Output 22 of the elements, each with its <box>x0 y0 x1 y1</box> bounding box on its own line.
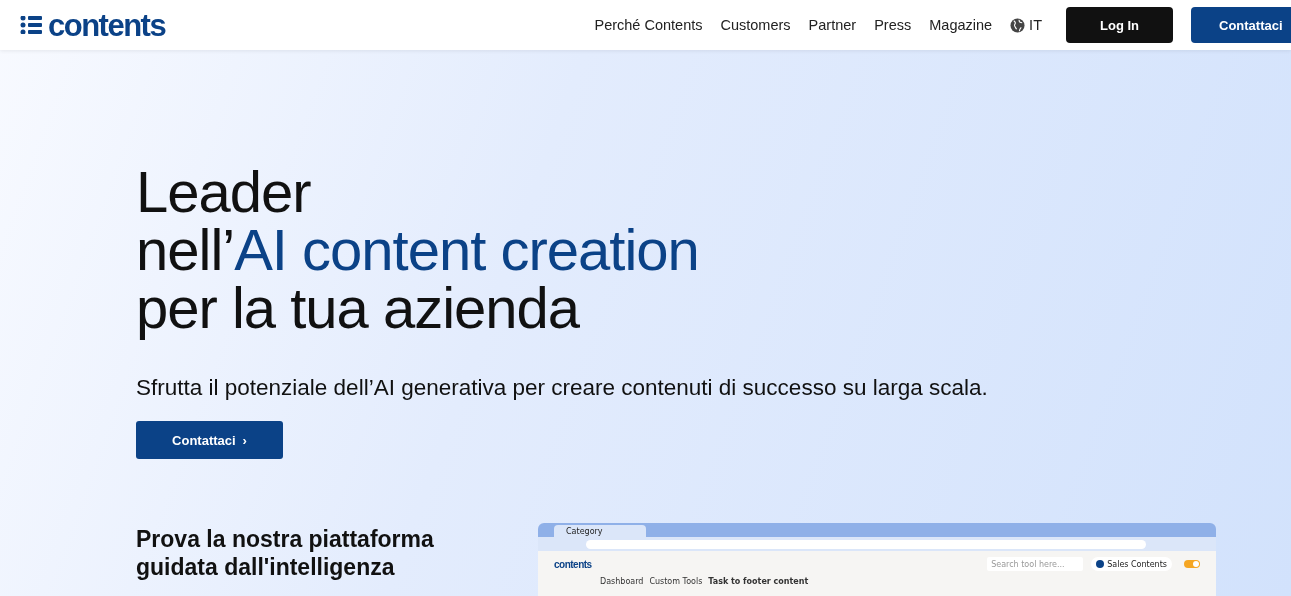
logo[interactable]: contents <box>20 9 166 41</box>
breadcrumb-item: Custom Tools <box>649 577 703 586</box>
breadcrumb-item: Task to footer content <box>708 577 809 586</box>
globe-icon <box>1010 17 1026 33</box>
list-icon <box>20 16 42 34</box>
nav-link[interactable]: Magazine <box>929 17 993 33</box>
contact-button[interactable]: Contattaci <box>1191 7 1291 43</box>
hero-subtitle: Sfrutta il potenziale dell’AI generativa per creare contenuti di successo su larga scala. <box>136 375 989 401</box>
hero-title-line: Leader <box>136 163 312 221</box>
user-menu: Sales Contents <box>1091 557 1172 571</box>
breadcrumb-item: Dashboard <box>600 577 644 586</box>
platform-heading: Prova la nostra piattaforma guidata dall'intelligenza <box>136 525 435 582</box>
app-logo: contents <box>554 558 592 570</box>
contact-cta-button[interactable]: Contattaci › <box>136 421 283 459</box>
language-selector[interactable]: IT <box>1010 17 1042 33</box>
nav-link[interactable]: Partner <box>808 17 857 33</box>
logo-text: contents <box>48 9 166 41</box>
login-button[interactable]: Log In <box>1066 7 1173 43</box>
hero-title-line: nell’AI content creation <box>136 221 700 279</box>
nav-link[interactable]: Perché Contents <box>594 17 703 33</box>
nav-link[interactable]: Press <box>874 17 912 33</box>
nav-link[interactable]: Customers <box>720 17 791 33</box>
